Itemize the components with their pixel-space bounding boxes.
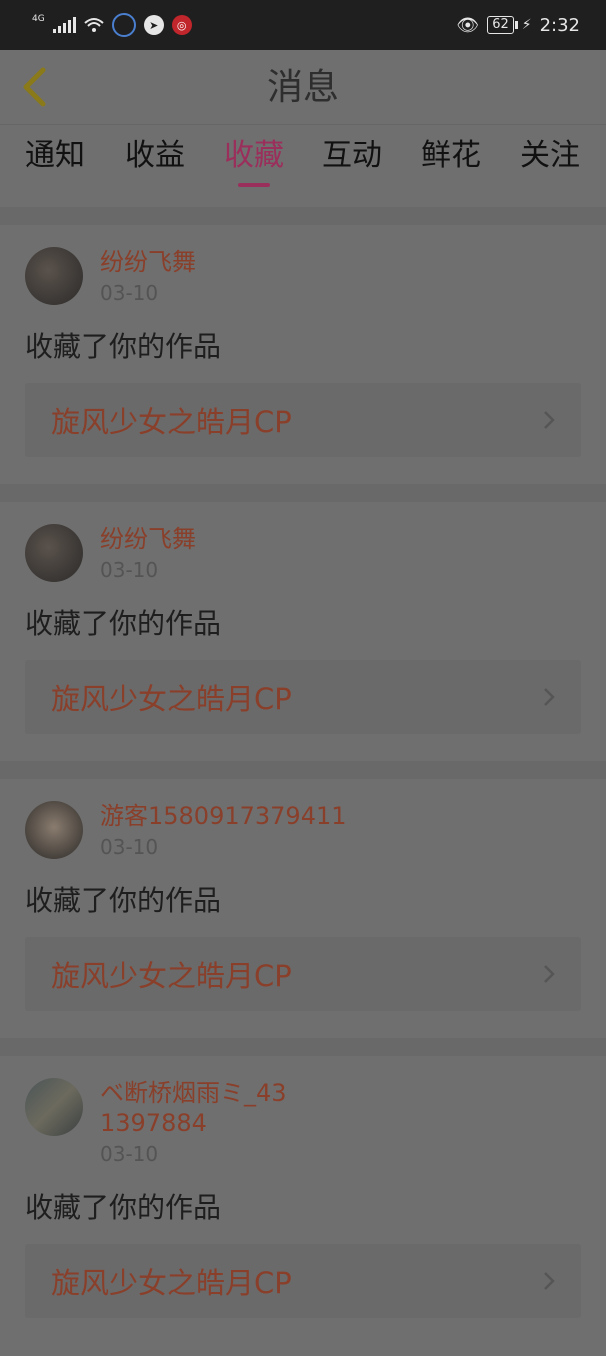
avatar[interactable] (25, 801, 83, 859)
message-text: 收藏了你的作品 (25, 884, 222, 917)
tab-label: 鲜花 (421, 138, 481, 173)
work-title: 旋风少女之皓月CP (51, 959, 292, 993)
username[interactable]: 纷纷飞舞 (100, 247, 196, 277)
tab-flowers[interactable]: 鲜花 (406, 135, 496, 195)
work-link[interactable]: 旋风少女之皓月CP (25, 1244, 581, 1318)
clock: 2:32 (539, 14, 580, 36)
tab-indicator (238, 183, 270, 187)
music-app-icon: ◎ (171, 15, 192, 35)
username[interactable]: 纷纷飞舞 (100, 524, 196, 554)
message-date: 03-10 (100, 558, 159, 582)
username[interactable]: ベ断桥烟雨ミ_431397884 (100, 1078, 290, 1138)
chevron-right-icon (544, 411, 555, 429)
tab-label: 互动 (322, 138, 382, 173)
eye-comfort-icon: 👁 (456, 14, 480, 36)
tab-notify[interactable]: 通知 (10, 135, 100, 195)
divider (0, 1038, 606, 1056)
username[interactable]: 游客1580917379411 (100, 801, 347, 831)
avatar[interactable] (25, 524, 83, 582)
tab-earnings[interactable]: 收益 (110, 135, 200, 195)
avatar[interactable] (25, 1078, 83, 1136)
work-link[interactable]: 旋风少女之皓月CP (25, 383, 581, 457)
chevron-right-icon (544, 688, 555, 706)
tab-interaction[interactable]: 互动 (307, 135, 397, 195)
battery-icon: 62 (487, 16, 518, 34)
work-link[interactable]: 旋风少女之皓月CP (25, 660, 581, 734)
tab-label: 关注 (520, 138, 580, 173)
divider (0, 761, 606, 779)
divider (0, 484, 606, 502)
message-date: 03-10 (100, 835, 159, 859)
message-item: 纷纷飞舞 03-10 收藏了你的作品 旋风少女之皓月CP (0, 225, 606, 484)
status-bar: 4G ➤ ◎ 👁 62 ⚡ 2:32 (0, 0, 606, 50)
work-title: 旋风少女之皓月CP (51, 1266, 292, 1300)
message-item: ベ断桥烟雨ミ_431397884 03-10 收藏了你的作品 旋风少女之皓月CP (0, 1056, 606, 1356)
message-date: 03-10 (100, 1142, 159, 1166)
message-text: 收藏了你的作品 (25, 607, 222, 640)
app-notification-icon (111, 13, 136, 37)
chevron-right-icon (544, 965, 555, 983)
network-type: 4G (32, 14, 45, 24)
message-text: 收藏了你的作品 (25, 330, 222, 363)
wifi-icon (84, 18, 104, 32)
page-title: 消息 (266, 67, 339, 108)
avatar[interactable] (25, 247, 83, 305)
header-bar: 消息 (0, 50, 606, 125)
divider (0, 207, 606, 225)
tab-bar: 通知 收益 收藏 互动 鲜花 关注 (0, 125, 606, 207)
message-text: 收藏了你的作品 (25, 1191, 222, 1224)
work-link[interactable]: 旋风少女之皓月CP (25, 937, 581, 1011)
work-title: 旋风少女之皓月CP (51, 682, 292, 716)
send-app-icon: ➤ (143, 15, 164, 35)
chevron-right-icon (544, 1272, 555, 1290)
tab-follow[interactable]: 关注 (505, 135, 595, 195)
status-left-icons: 4G ➤ ◎ (32, 13, 192, 37)
message-list: 纷纷飞舞 03-10 收藏了你的作品 旋风少女之皓月CP 纷纷飞舞 03-10 … (0, 207, 606, 1356)
tab-favorites[interactable]: 收藏 (209, 135, 299, 195)
tab-label: 收益 (125, 138, 185, 173)
message-date: 03-10 (100, 281, 159, 305)
tab-label: 通知 (25, 138, 85, 173)
status-right-icons: 👁 62 ⚡ 2:32 (456, 15, 580, 36)
message-item: 游客1580917379411 03-10 收藏了你的作品 旋风少女之皓月CP (0, 779, 606, 1038)
work-title: 旋风少女之皓月CP (51, 405, 292, 439)
signal-icon (52, 17, 76, 33)
message-item: 纷纷飞舞 03-10 收藏了你的作品 旋风少女之皓月CP (0, 502, 606, 761)
tab-label: 收藏 (224, 138, 284, 173)
charging-icon: ⚡ (521, 17, 532, 33)
